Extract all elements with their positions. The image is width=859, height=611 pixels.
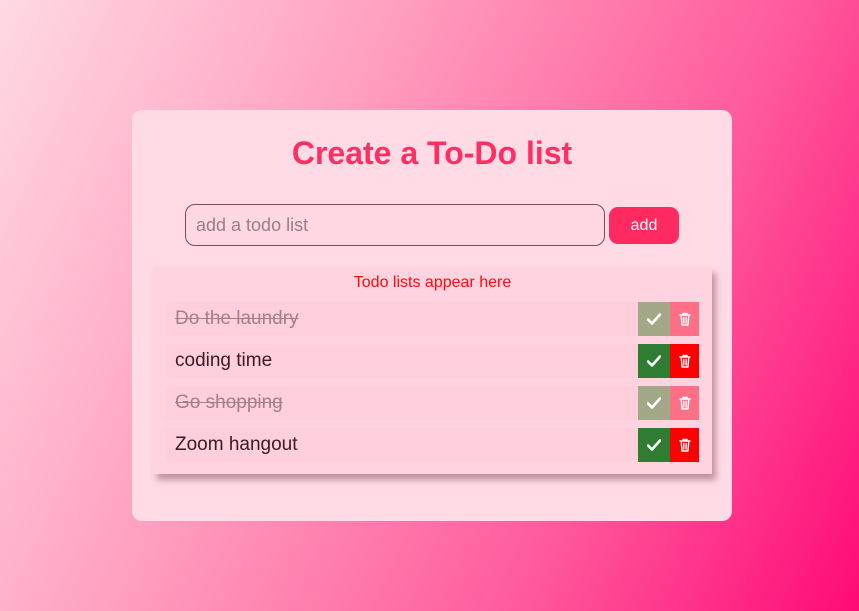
todo-item: coding time: [165, 344, 699, 378]
trash-icon: [678, 354, 691, 368]
complete-button[interactable]: [638, 302, 670, 336]
delete-button[interactable]: [670, 302, 699, 336]
todo-input[interactable]: [185, 204, 605, 246]
complete-button[interactable]: [638, 386, 670, 420]
delete-button[interactable]: [670, 386, 699, 420]
trash-icon: [678, 396, 691, 410]
delete-button[interactable]: [670, 428, 699, 462]
list-header: Todo lists appear here: [353, 274, 512, 291]
trash-icon: [678, 312, 691, 326]
check-icon: [647, 397, 661, 409]
complete-button[interactable]: [638, 428, 670, 462]
check-icon: [647, 313, 661, 325]
todo-item-text: coding time: [175, 350, 273, 371]
todo-item-text: Zoom hangout: [175, 434, 298, 455]
complete-button[interactable]: [638, 344, 670, 378]
trash-icon: [678, 438, 691, 452]
todo-list-panel: Todo lists appear here Do the laundry co…: [153, 267, 712, 474]
todo-item: Zoom hangout: [165, 428, 699, 462]
check-icon: [647, 439, 661, 451]
check-icon: [647, 355, 661, 367]
todo-item: Do the laundry: [165, 302, 699, 336]
add-button[interactable]: add: [609, 207, 679, 244]
todo-item-text: Go shopping: [175, 392, 283, 413]
delete-button[interactable]: [670, 344, 699, 378]
todo-item: Go shopping: [165, 386, 699, 420]
page-title: Create a To-Do list: [291, 135, 573, 171]
todo-item-text: Do the laundry: [175, 308, 299, 329]
